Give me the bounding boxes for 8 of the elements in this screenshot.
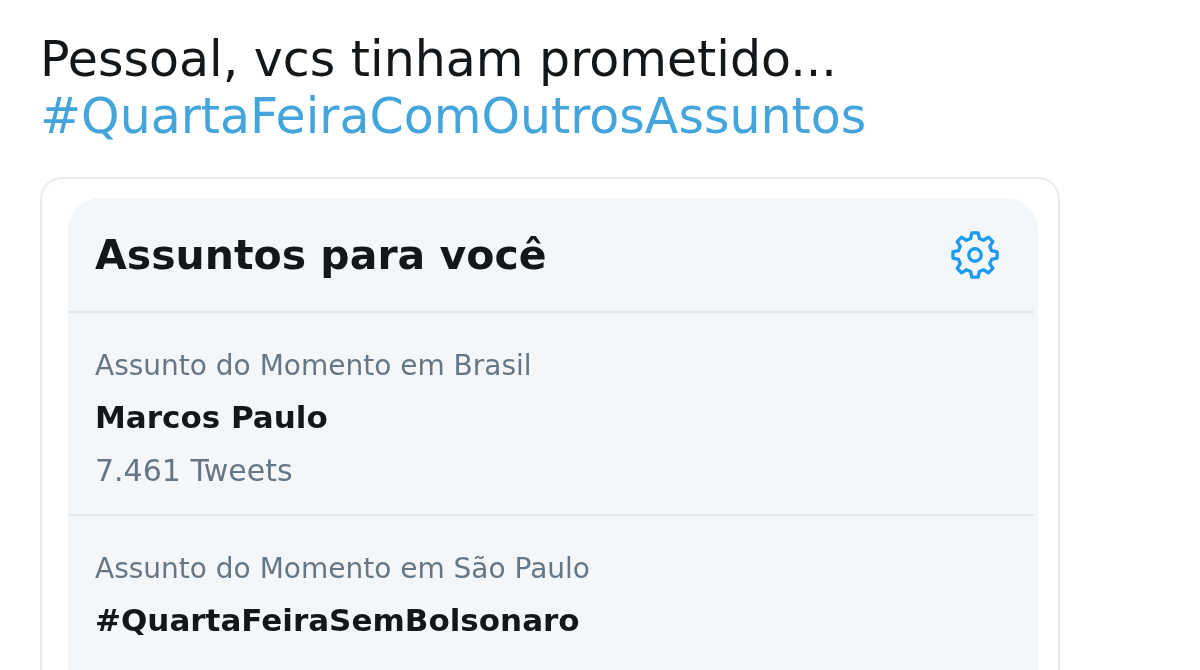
trend-name[interactable]: Marcos Paulo <box>95 389 328 445</box>
trend-context: Assunto do Momento em Brasil <box>95 348 532 384</box>
settings-icon[interactable] <box>950 229 1000 280</box>
trend-name[interactable]: #QuartaFeiraSemBolsonaro <box>95 592 580 648</box>
panel-title: Assuntos para você <box>95 230 547 279</box>
trend-tweet-count: 7.461 Tweets <box>95 452 293 490</box>
tweet-text: Pessoal, vcs tinham prometido... <box>40 31 837 88</box>
trend-context: Assunto do Momento em São Paulo <box>95 551 590 587</box>
